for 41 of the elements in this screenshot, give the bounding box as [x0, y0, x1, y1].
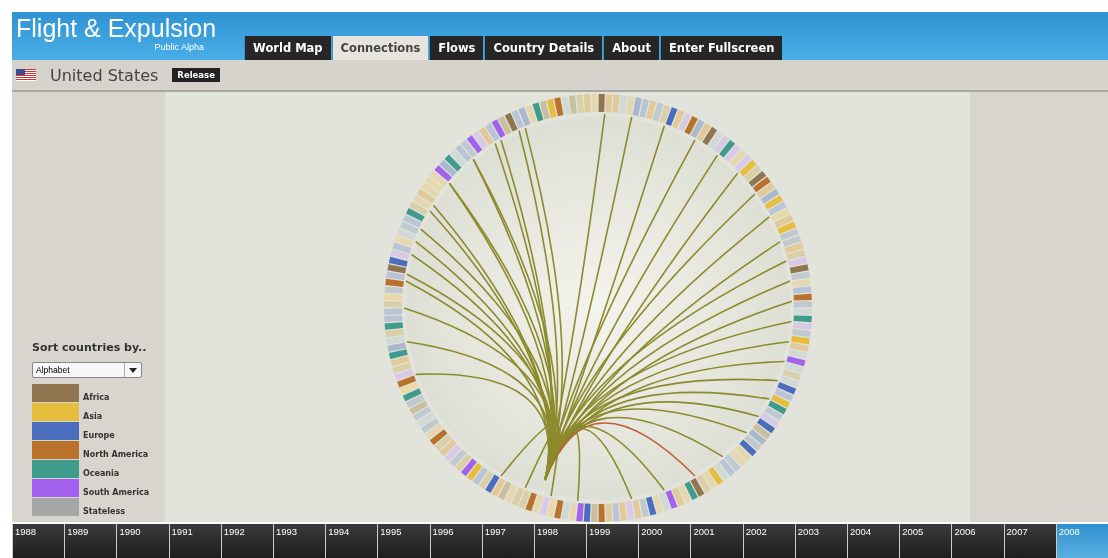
year-tab[interactable]: 1992 — [220, 524, 273, 558]
year-tab[interactable]: 1999 — [586, 524, 639, 558]
year-tab[interactable]: 1996 — [429, 524, 482, 558]
nav-tab[interactable]: Connections — [331, 36, 429, 60]
country-name: United States — [50, 65, 159, 85]
legend-label: Africa — [83, 393, 110, 402]
year-tab[interactable]: 2000 — [638, 524, 691, 558]
app-subtitle: Public Alpha — [154, 42, 205, 52]
nav-tab[interactable]: About — [603, 36, 659, 60]
sort-dropdown[interactable]: Alphabet — [32, 362, 142, 378]
legend-label: Oceania — [83, 469, 120, 478]
nav-tab[interactable]: Enter Fullscreen — [659, 36, 783, 60]
nav-tab[interactable]: Flows — [429, 36, 484, 60]
year-tab[interactable]: 1995 — [377, 524, 430, 558]
app-title: Flight & Expulsion — [16, 14, 217, 42]
nav-tab[interactable]: World Map — [244, 36, 331, 60]
flag-icon — [16, 69, 36, 81]
legend-label: North America — [83, 450, 149, 459]
year-tab[interactable]: 2005 — [899, 524, 952, 558]
caret-icon — [129, 367, 137, 373]
year-tab[interactable]: 1988 — [12, 524, 65, 558]
year-tab[interactable]: 1997 — [481, 524, 534, 558]
year-tab[interactable]: 1989 — [64, 524, 117, 558]
legend-label: Europe — [83, 431, 115, 440]
year-tab[interactable]: 2007 — [1003, 524, 1056, 558]
year-tab[interactable]: 1994 — [325, 524, 378, 558]
nav-tab[interactable]: Country Details — [484, 36, 603, 60]
year-tab[interactable]: 1993 — [272, 524, 326, 558]
release-button[interactable]: Release — [172, 68, 220, 82]
year-tab[interactable]: 1998 — [533, 524, 587, 558]
year-tab[interactable]: 2006 — [951, 524, 1004, 558]
year-tab[interactable]: 1991 — [168, 524, 221, 558]
year-tab[interactable]: 2003 — [794, 524, 847, 558]
sort-label: Sort countries by.. — [32, 341, 148, 354]
legend-label: South America — [83, 488, 150, 497]
year-tab[interactable]: 2004 — [847, 524, 900, 558]
year-tab[interactable]: 2002 — [742, 524, 795, 558]
legend-label: Stateless — [83, 507, 125, 516]
legend-label: Asia — [83, 412, 103, 421]
year-tab[interactable]: 1990 — [116, 524, 169, 558]
year-tab[interactable]: 2001 — [690, 524, 743, 558]
